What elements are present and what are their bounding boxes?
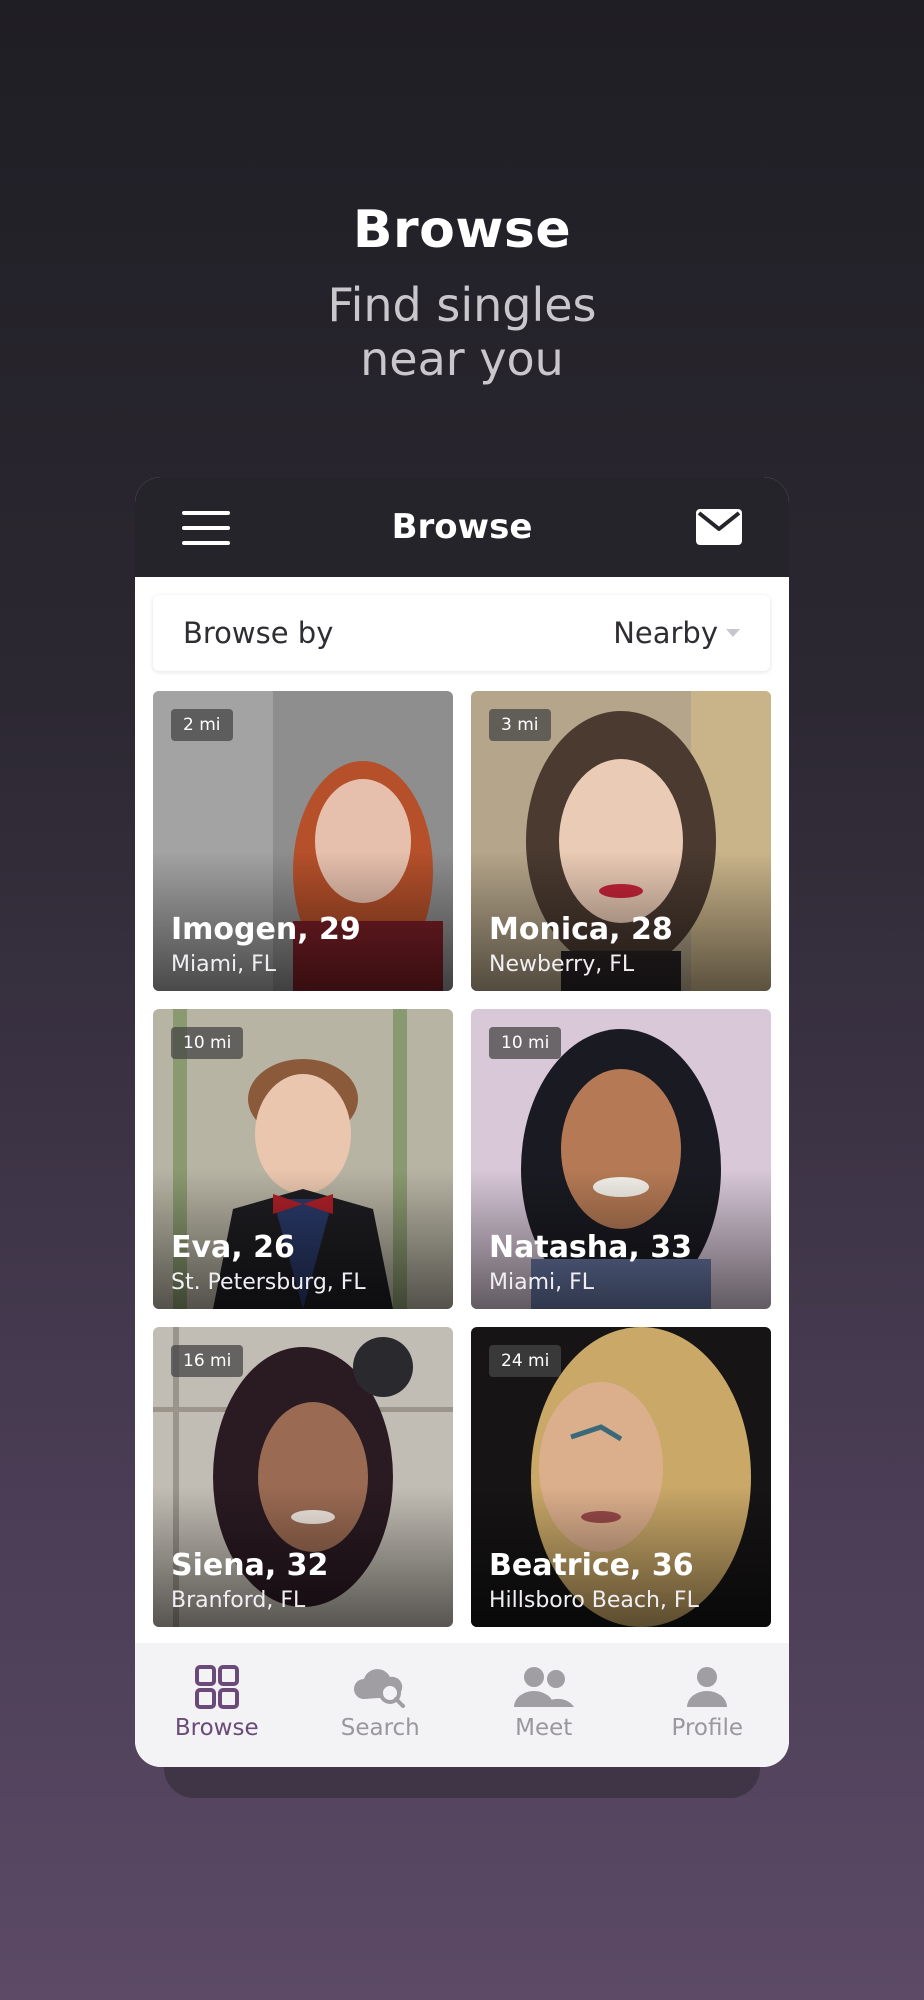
nav-item-search[interactable]: Search [299,1643,463,1767]
browse-by-bar: Browse by Nearby [153,595,770,671]
nav-item-profile[interactable]: Profile [626,1643,790,1767]
hero-subtitle-line-2: near you [360,332,564,386]
profile-location: Branford, FL [171,1588,306,1613]
profile-location: Newberry, FL [489,952,635,977]
hamburger-icon[interactable] [182,511,230,545]
browse-by-label: Browse by [183,616,334,650]
profile-name: Beatrice, 36 [489,1548,694,1583]
person-icon [687,1667,728,1707]
nav-item-meet[interactable]: Meet [462,1643,626,1767]
distance-badge: 2 mi [171,709,233,741]
distance-badge: 10 mi [489,1027,562,1059]
distance-badge: 3 mi [489,709,551,741]
profile-location: Miami, FL [489,1270,595,1295]
profile-card[interactable]: 2 mi Imogen, 29 Miami, FL [153,691,453,991]
hero-subtitle-line-1: Find singles [327,278,597,332]
phone-frame: Browse Browse by Nearby 2 mi Imogen, 29 … [135,477,789,1767]
profile-name: Siena, 32 [171,1548,329,1583]
hero-subtitle: Find singles near you [0,278,924,386]
nav-label: Search [340,1715,420,1741]
distance-badge: 16 mi [171,1345,244,1377]
profile-location: Hillsboro Beach, FL [489,1588,699,1613]
profile-location: Miami, FL [171,952,277,977]
distance-badge: 24 mi [489,1345,562,1377]
browse-by-value: Nearby [613,616,718,650]
grid-icon [194,1665,239,1709]
hero: Browse Find singles near you [0,200,924,386]
profile-name: Eva, 26 [171,1230,295,1265]
nav-item-browse[interactable]: Browse [135,1643,299,1767]
nav-label: Browse [174,1715,259,1741]
app-bar-title: Browse [391,507,533,547]
profile-card[interactable]: 3 mi Monica, 28 Newberry, FL [471,691,771,991]
cloud-search-icon [354,1669,406,1708]
bottom-nav: Browse Search Meet Profile [135,1643,789,1767]
distance-badge: 10 mi [171,1027,244,1059]
nav-label: Meet [515,1715,573,1741]
envelope-icon[interactable] [696,507,742,547]
profile-card[interactable]: 10 mi Natasha, 33 Miami, FL [471,1009,771,1309]
profile-name: Natasha, 33 [489,1230,692,1265]
profile-card[interactable]: 16 mi Siena, 32 Branford, FL [153,1327,453,1627]
browse-content: Browse by Nearby 2 mi Imogen, 29 Miami, … [135,577,789,1643]
profile-location: St. Petersburg, FL [171,1270,366,1295]
people-icon [513,1667,574,1707]
hero-title: Browse [352,200,572,260]
app-bar: Browse [135,477,789,577]
profile-name: Monica, 28 [489,912,673,947]
profile-card[interactable]: 24 mi Beatrice, 36 Hillsboro Beach, FL [471,1327,771,1627]
nav-label: Profile [671,1715,743,1741]
browse-by-select[interactable]: Nearby [613,616,740,650]
caret-down-icon [726,629,740,637]
profile-name: Imogen, 29 [171,912,361,947]
profile-card[interactable]: 10 mi Eva, 26 St. Petersburg, FL [153,1009,453,1309]
